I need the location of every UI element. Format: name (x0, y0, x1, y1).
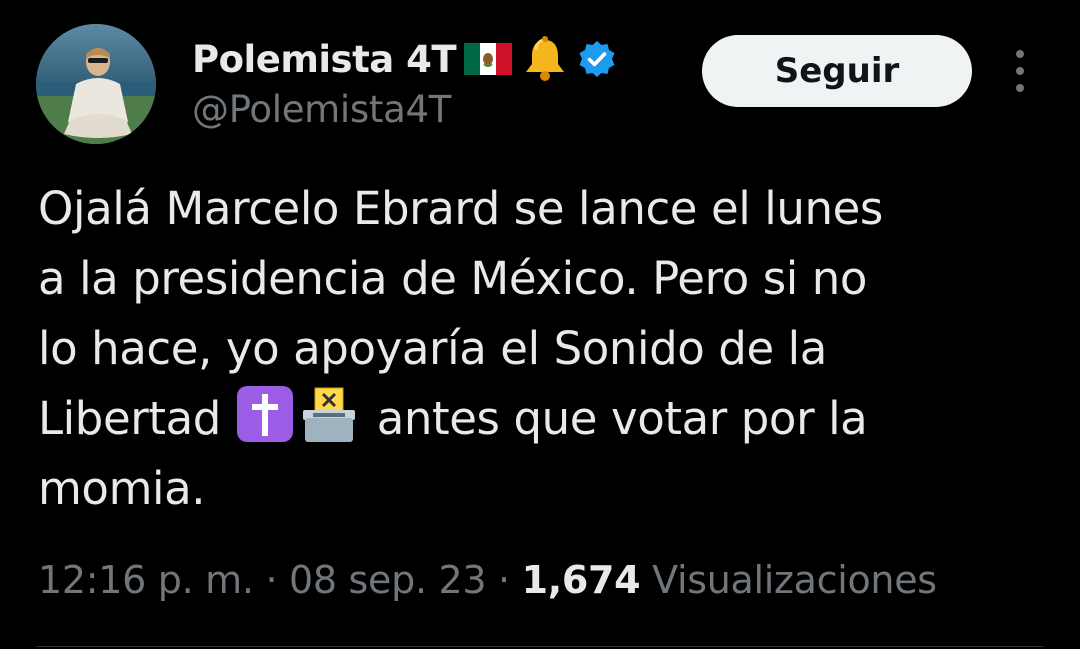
verified-badge-icon[interactable] (576, 38, 618, 80)
tweet-line: Ojalá Marcelo Ebrard se lance el lunes (38, 182, 883, 235)
latin-cross-icon (235, 384, 295, 444)
divider (36, 646, 1044, 647)
tweet-line: a la presidencia de México. Pero si no (38, 252, 868, 305)
author-name-row[interactable]: Polemista 4T (192, 34, 618, 84)
views-count: 1,674 (521, 558, 641, 602)
tweet-line: lo hace, yo apoyaría el Sonido de la (38, 322, 827, 375)
views-label[interactable]: Visualizaciones (652, 558, 937, 602)
mexico-flag-icon (462, 39, 514, 79)
author-display-name[interactable]: Polemista 4T (192, 38, 457, 81)
meta-separator: · (486, 558, 522, 602)
meta-separator: · (253, 558, 290, 602)
more-dot (1016, 84, 1024, 92)
tweet-line: Libertad antes que votar por la (38, 384, 1048, 454)
tweet-card: Polemista 4T @Polemista4T Seguir Ojalá M… (0, 0, 1080, 649)
tweet-date[interactable]: 08 sep. 23 (289, 558, 487, 602)
more-vertical-icon[interactable] (1004, 50, 1036, 92)
tweet-line-prefix: Libertad (38, 392, 221, 445)
follow-button[interactable]: Seguir (702, 35, 972, 107)
avatar-image (36, 24, 156, 144)
tweet-time[interactable]: 12:16 p. m. (38, 558, 254, 602)
tweet-line: momia. (38, 462, 206, 515)
tweet-text: Ojalá Marcelo Ebrard se lance el lunes a… (38, 174, 1048, 524)
tweet-line-suffix: antes que votar por la (376, 392, 868, 445)
ballot-box-icon (299, 384, 359, 444)
tweet-meta: 12:16 p. m. · 08 sep. 23 · 1,674 Visuali… (38, 558, 937, 602)
author-handle[interactable]: @Polemista4T (192, 88, 451, 131)
avatar[interactable] (36, 24, 156, 144)
bell-icon (520, 34, 570, 84)
more-dot (1016, 50, 1024, 58)
more-dot (1016, 67, 1024, 75)
